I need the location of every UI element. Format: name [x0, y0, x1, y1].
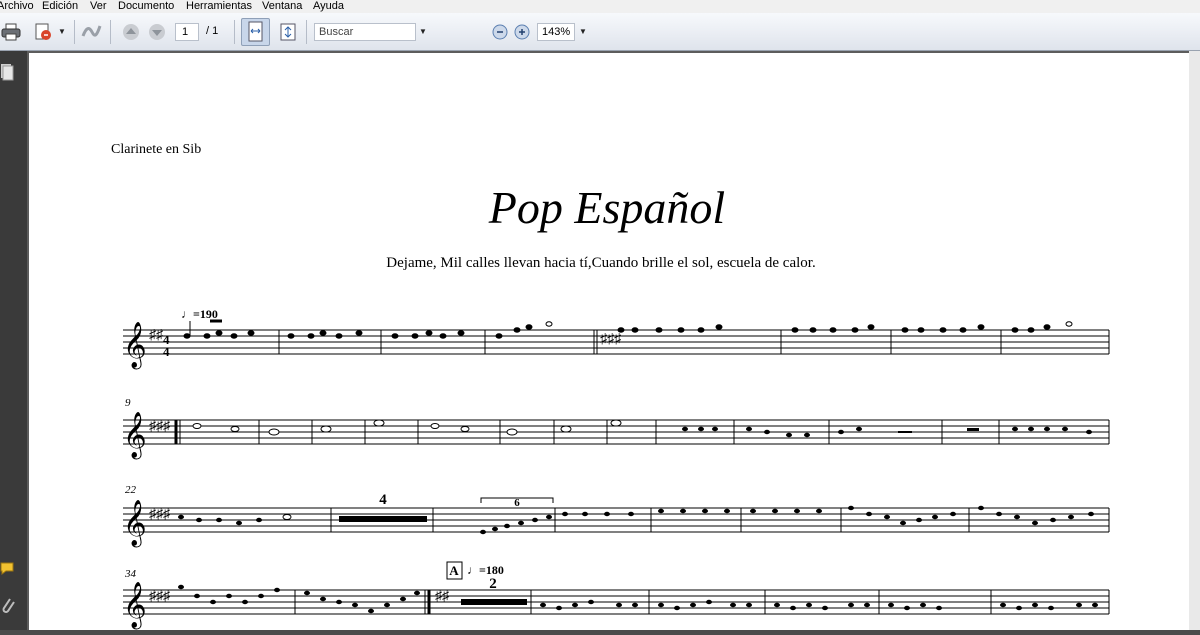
zoom-dropdown-icon[interactable]: ▼	[579, 27, 587, 36]
multi-measure-rest-count: 4	[379, 492, 387, 508]
menu-ver[interactable]: Ver	[90, 0, 107, 13]
toolbar-separator	[234, 20, 235, 44]
notes-system-4	[178, 584, 1098, 614]
key-change: ♯♯♯	[600, 332, 622, 347]
instrument-label: Clarinete en Sib	[111, 142, 201, 157]
menu-archivo[interactable]: Archivo	[0, 0, 34, 13]
treble-clef: 𝄞	[123, 412, 147, 460]
measure-number-34: 34	[124, 568, 137, 580]
time-signature-bottom: 4	[163, 344, 170, 359]
menu-edicion[interactable]: Edición	[42, 0, 78, 13]
print-icon[interactable]	[1, 22, 21, 42]
menu-ventana[interactable]: Ventana	[262, 0, 302, 13]
half-rest	[898, 431, 912, 433]
rehearsal-mark: A	[449, 563, 459, 578]
notes-system-2	[192, 419, 622, 436]
menu-ayuda[interactable]: Ayuda	[313, 0, 344, 13]
toolbar: ▼ 1 / 1 Buscar ▼ 143% ▼	[0, 13, 1200, 51]
sign-icon[interactable]	[81, 22, 102, 42]
whole-rest	[967, 428, 979, 431]
page-number-input[interactable]: 1	[175, 23, 199, 41]
staff-system-2: 9 𝄞 ♯♯♯	[123, 397, 1110, 460]
pdf-page: Clarinete en Sib Pop Español Dejame, Mil…	[29, 53, 1189, 630]
key-signature: ♯♯♯	[149, 589, 171, 604]
key-signature: ♯♯♯	[149, 507, 171, 522]
key-signature: ♯♯	[149, 328, 164, 343]
collaborate-icon[interactable]	[33, 22, 53, 42]
attachments-panel-icon[interactable]	[0, 596, 16, 616]
vertical-scrollbar[interactable]	[1189, 51, 1200, 630]
staff-system-4: 34 𝄞 ♯♯♯ ♯♯ A ♩=180 2	[123, 561, 1110, 630]
fit-page-icon[interactable]	[278, 22, 298, 42]
page-total-label: / 1	[206, 25, 219, 37]
treble-clef: 𝄞	[123, 500, 147, 548]
comments-panel-icon[interactable]	[0, 561, 16, 577]
page-up-icon[interactable]	[121, 22, 141, 42]
page-down-icon[interactable]	[147, 22, 167, 42]
toolbar-separator	[74, 20, 75, 44]
treble-clef: 𝄞	[123, 582, 147, 630]
tempo-marking-2: ♩=180	[467, 563, 504, 577]
toolbar-separator	[306, 20, 307, 44]
treble-clef: 𝄞	[123, 322, 147, 370]
tempo-marking: ♩=190	[181, 307, 218, 321]
zoom-in-icon[interactable]	[514, 24, 530, 40]
key-change: ♯♯	[435, 589, 450, 604]
search-input[interactable]: Buscar	[314, 23, 416, 41]
menu-documento[interactable]: Documento	[118, 0, 174, 13]
subtitle: Dejame, Mil calles llevan hacia tí,Cuand…	[386, 255, 815, 271]
navigation-pane	[0, 51, 27, 630]
fit-width-icon[interactable]	[241, 18, 270, 46]
sheet-music: Clarinete en Sib Pop Español Dejame, Mil…	[111, 142, 1110, 630]
zoom-input[interactable]: 143%	[537, 23, 575, 41]
collaborate-dropdown-icon[interactable]: ▼	[58, 27, 66, 36]
staff-system-1: 𝄞 ♯♯ 4 4 ♩=190 ♯♯♯	[123, 307, 1110, 370]
multi-measure-rest	[339, 516, 427, 522]
tuplet-number: 6	[514, 497, 520, 509]
multi-measure-rest-2	[461, 599, 527, 605]
staff-system-3: 22 𝄞 ♯♯♯ 4 6	[123, 484, 1110, 548]
search-dropdown-icon[interactable]: ▼	[419, 27, 427, 36]
key-signature: ♯♯♯	[149, 419, 171, 434]
menu-bar: Archivo Edición Ver Documento Herramient…	[0, 0, 1200, 13]
pages-panel-icon[interactable]	[0, 63, 14, 81]
zoom-out-icon[interactable]	[492, 24, 508, 40]
measure-number-9: 9	[125, 397, 131, 409]
multi-measure-rest-count-2: 2	[489, 576, 497, 592]
measure-number-22: 22	[125, 484, 137, 496]
document-viewport[interactable]: Clarinete en Sib Pop Español Dejame, Mil…	[27, 51, 1200, 630]
menu-herramientas[interactable]: Herramientas	[186, 0, 252, 13]
title: Pop Español	[488, 182, 725, 233]
toolbar-separator	[110, 20, 111, 44]
